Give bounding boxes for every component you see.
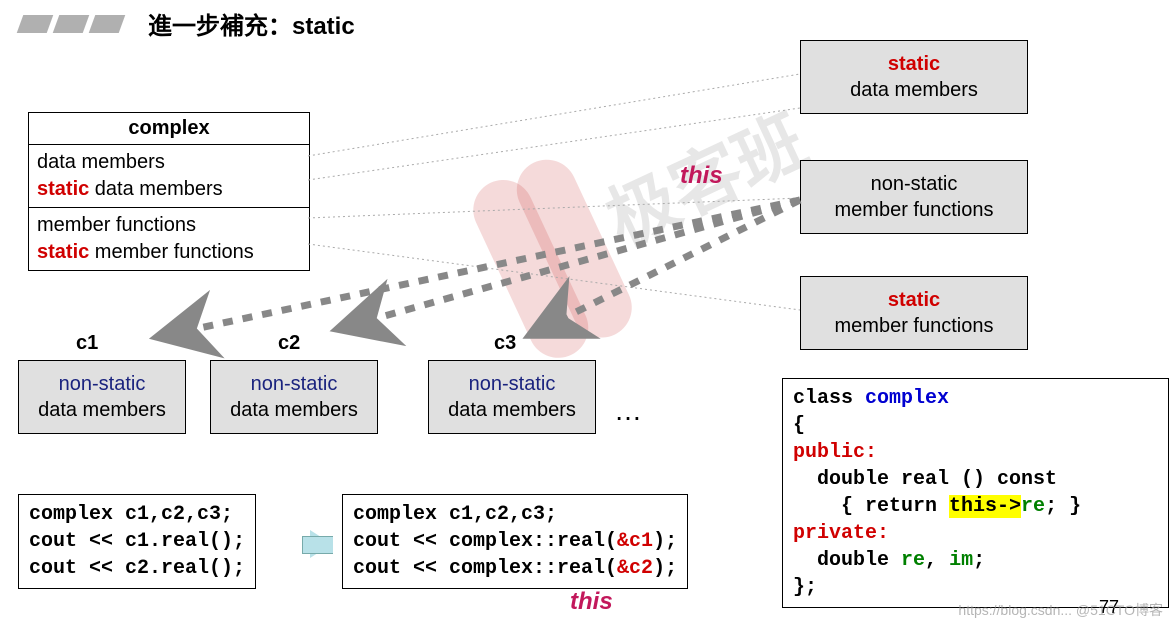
title-accent-bars: [20, 15, 122, 33]
complex-class-table: complex data members static data members…: [28, 112, 310, 271]
this-label-bottom: this: [570, 588, 613, 616]
obj-box-c3: non-staticdata members: [428, 360, 596, 434]
code-right: class complex { public: double real () c…: [782, 378, 1169, 608]
page-title: 進一步補充：static: [148, 6, 355, 41]
obj-label-c3: c3: [494, 332, 516, 355]
this-label-top: this: [680, 162, 723, 190]
box-static-member-functions: staticmember functions: [800, 276, 1028, 350]
table-section-funcs: member functions static member functions: [29, 207, 309, 270]
box-static-data-members: staticdata members: [800, 40, 1028, 114]
footer-attribution: https://blog.csdn... @51CTO博客: [958, 600, 1163, 620]
obj-box-c2: non-staticdata members: [210, 360, 378, 434]
arrow-icon: [310, 530, 332, 558]
table-header: complex: [29, 113, 309, 145]
row-static-member-functions: static member functions: [37, 239, 301, 266]
code-left: complex c1,c2,c3; cout << c1.real(); cou…: [18, 494, 256, 589]
box-nonstatic-member-functions: non-staticmember functions: [800, 160, 1028, 234]
ellipsis: …: [614, 395, 646, 427]
obj-label-c1: c1: [76, 332, 98, 355]
code-middle: complex c1,c2,c3; cout << complex::real(…: [342, 494, 688, 589]
obj-box-c1: non-staticdata members: [18, 360, 186, 434]
row-member-functions: member functions: [37, 212, 301, 239]
table-section-data: data members static data members: [29, 145, 309, 207]
row-static-data-members: static data members: [37, 176, 301, 203]
row-data-members: data members: [37, 149, 301, 176]
obj-label-c2: c2: [278, 332, 300, 355]
